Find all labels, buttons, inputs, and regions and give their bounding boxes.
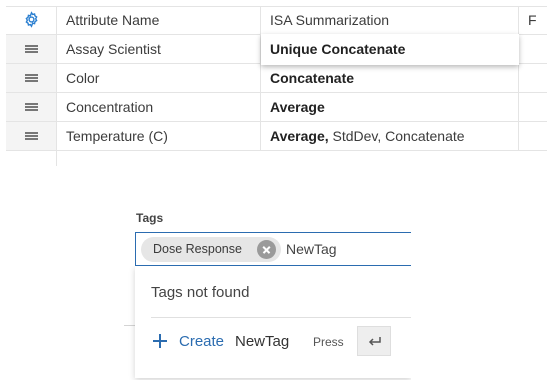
tags-dropdown: Tags not found Create NewTag Press [135,266,411,378]
extra-cell [519,35,547,63]
attribute-table: Attribute Name ISA Summarization F Assay… [6,6,547,151]
create-tag-value: NewTag [235,333,290,350]
enter-key-icon [368,337,381,346]
tags-input-box[interactable]: Dose Response [135,232,411,266]
attribute-name-cell: Temperature (C) [57,122,261,150]
table-row: Assay Scientist Unique Concatenate [6,34,547,65]
tag-search-input[interactable] [286,233,406,265]
close-circle-icon[interactable] [257,240,276,259]
header-attribute-name[interactable]: Attribute Name [57,7,261,34]
drag-handle-icon[interactable] [24,103,38,111]
attribute-name-cell: Color [57,64,261,92]
drag-handle[interactable] [6,35,57,63]
table-empty-area [6,148,57,166]
create-label: Create [179,333,225,350]
table-row: Color Concatenate [6,64,547,93]
table-row: Concentration Average [6,93,547,122]
drag-handle[interactable] [6,64,57,92]
table-row: Temperature (C) Average, StdDev, Concate… [6,122,547,151]
table-header-row: Attribute Name ISA Summarization F [6,6,547,35]
press-hint: Press [313,335,344,349]
divider [124,325,135,326]
summarization-primary: Concatenate [270,70,355,86]
tag-chip[interactable]: Dose Response [141,237,281,262]
summarization-cell[interactable]: Unique Concatenate [261,34,519,65]
drag-handle[interactable] [6,93,57,121]
drag-handle[interactable] [6,122,57,150]
attribute-name-cell: Concentration [57,93,261,121]
extra-cell [519,93,547,121]
summarization-cell[interactable]: Average, StdDev, Concatenate [261,122,519,150]
summarization-secondary: StdDev, Concatenate [328,128,465,144]
empty-message: Tags not found [151,284,250,301]
drag-handle-icon[interactable] [24,74,38,82]
header-extra-column[interactable]: F [519,7,547,34]
create-tag-option[interactable]: Create NewTag Press [151,326,411,358]
drag-handle-icon[interactable] [24,132,38,140]
extra-cell [519,122,547,150]
plus-icon [153,334,167,348]
summarization-primary: Average, [270,128,329,144]
header-isa-summarization[interactable]: ISA Summarization [261,7,519,34]
tag-chip-label: Dose Response [153,242,242,256]
dropdown-divider [151,317,411,318]
gear-icon[interactable] [23,11,40,29]
settings-cell[interactable] [6,7,57,34]
extra-cell [519,64,547,92]
canvas: Attribute Name ISA Summarization F Assay… [0,0,547,380]
attribute-name-cell: Assay Scientist [57,35,261,63]
summarization-cell[interactable]: Concatenate [261,64,519,92]
enter-key[interactable] [357,326,391,356]
summarization-primary: Average [270,99,325,115]
summarization-cell[interactable]: Average [261,93,519,121]
drag-handle-icon[interactable] [24,45,38,53]
tags-label: Tags [136,211,164,225]
summarization-primary: Unique Concatenate [270,41,406,57]
